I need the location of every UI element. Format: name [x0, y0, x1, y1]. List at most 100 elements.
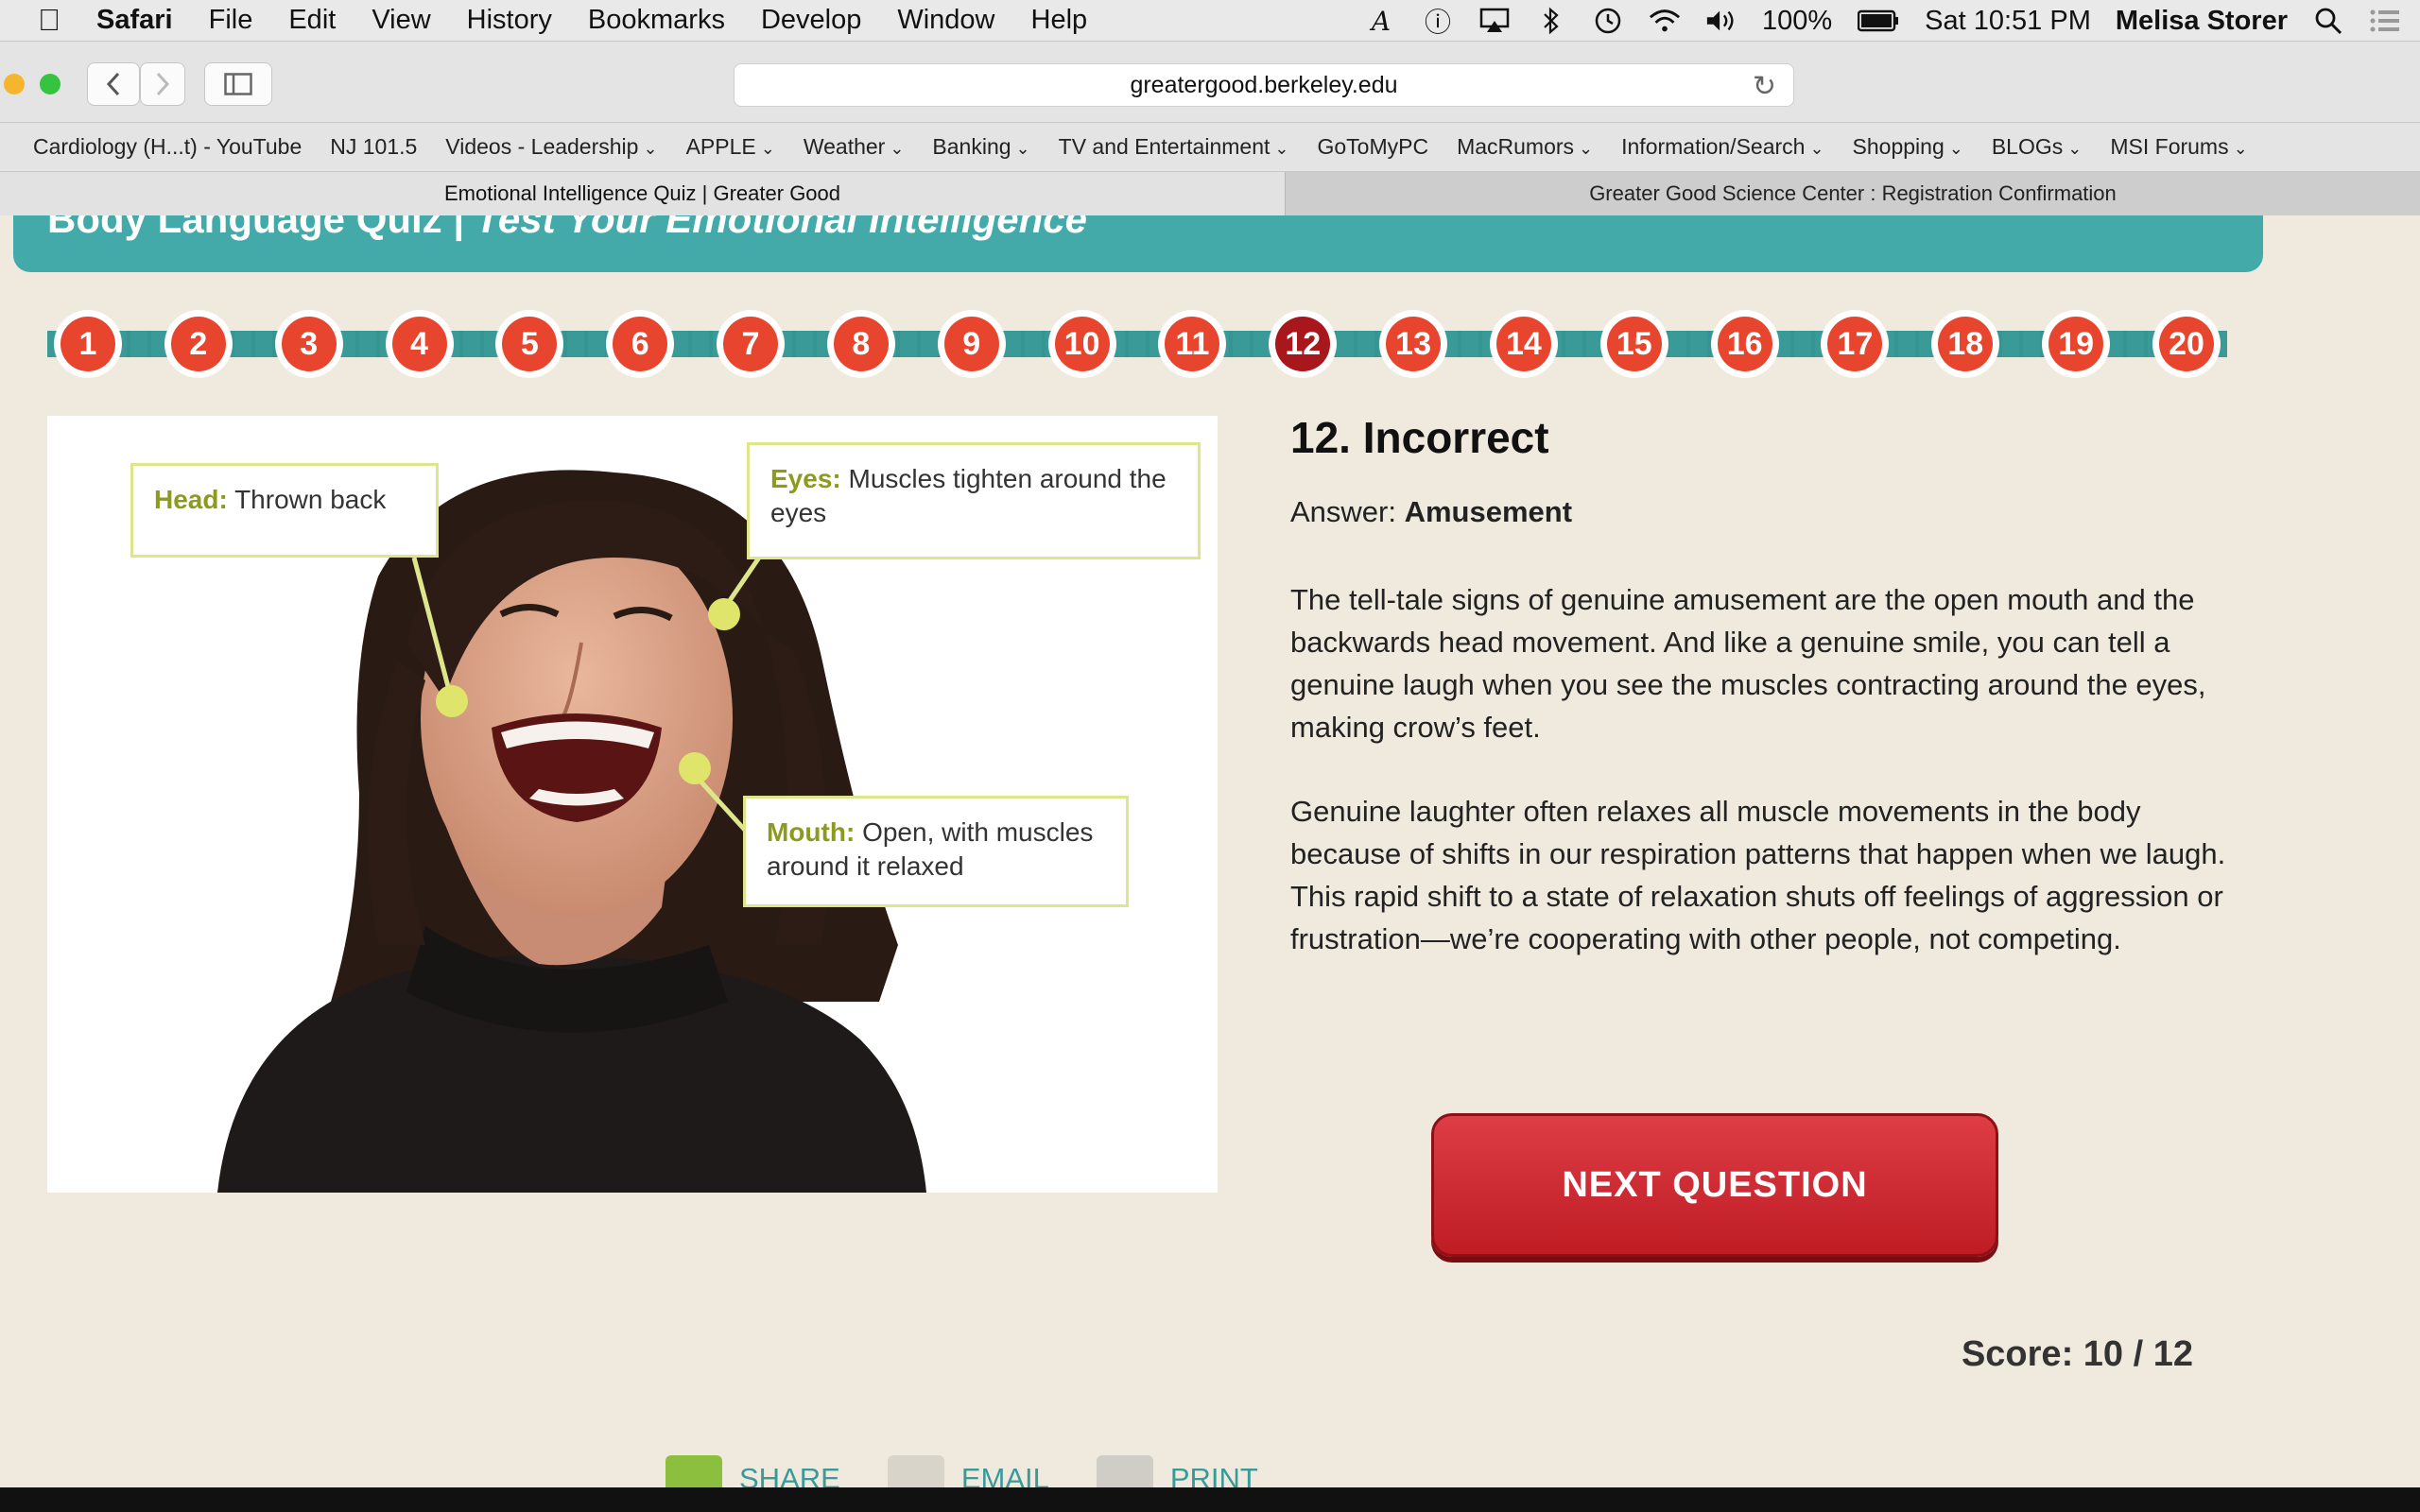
- eyes-callout-label: Eyes:: [770, 464, 841, 493]
- question-bubble[interactable]: 6: [606, 310, 675, 378]
- bookmark-label: Shopping: [1852, 134, 1945, 159]
- head-callout-text: Thrown back: [234, 485, 387, 514]
- forward-button[interactable]: [140, 62, 185, 106]
- bookmark-label: MSI Forums: [2110, 134, 2229, 159]
- bookmark-item[interactable]: TV and Entertainment ⌄: [1045, 134, 1304, 160]
- chevron-down-icon: ⌄: [1274, 139, 1289, 158]
- clock[interactable]: Sat 10:51 PM: [1925, 6, 2091, 37]
- question-number: 6: [613, 317, 668, 371]
- spotlight-search-icon[interactable]: [2312, 5, 2344, 37]
- bookmark-item[interactable]: Weather ⌄: [789, 134, 919, 160]
- apple-menu-icon[interactable]: : [21, 3, 78, 38]
- menu-edit[interactable]: Edit: [288, 5, 336, 36]
- question-bubble[interactable]: 2: [164, 310, 233, 378]
- question-bubble[interactable]: 16: [1710, 310, 1779, 378]
- score-display: Score: 10 / 12: [1961, 1334, 2193, 1374]
- bookmark-item[interactable]: GoToMyPC: [1303, 134, 1443, 160]
- window-zoom-button[interactable]: [40, 74, 60, 94]
- question-bubble[interactable]: 10: [1047, 310, 1116, 378]
- question-bubble[interactable]: 7: [717, 310, 786, 378]
- menu-view[interactable]: View: [372, 5, 430, 36]
- menu-develop[interactable]: Develop: [761, 5, 861, 36]
- bookmark-label: NJ 101.5: [330, 134, 418, 159]
- question-bubble[interactable]: 8: [826, 310, 895, 378]
- bookmark-item[interactable]: Videos - Leadership ⌄: [431, 134, 671, 160]
- next-question-button[interactable]: NEXT QUESTION: [1431, 1113, 1998, 1257]
- menu-help[interactable]: Help: [1031, 5, 1088, 36]
- bookmark-item[interactable]: Cardiology (H...t) - YouTube: [19, 134, 316, 160]
- question-bubble[interactable]: 17: [1821, 310, 1890, 378]
- user-name[interactable]: Melisa Storer: [2116, 6, 2288, 37]
- sidebar-toggle-button[interactable]: [204, 62, 272, 106]
- question-bubble[interactable]: 19: [2042, 310, 2111, 378]
- menu-bookmarks[interactable]: Bookmarks: [588, 5, 725, 36]
- font-icon[interactable]: A: [1365, 5, 1397, 37]
- quiz-title: Body Language Quiz | Test Your Emotional…: [47, 215, 1087, 242]
- question-bubble[interactable]: 14: [1489, 310, 1558, 378]
- question-navigator: 1 2 3 4 5 6 7 8 9 10 11 12 13 14 15 16 17 18 19 20: [47, 310, 2227, 378]
- bookmarks-bar: Cardiology (H...t) - YouTube NJ 101.5 Vide…: [0, 123, 2420, 172]
- question-bubble[interactable]: 20: [2152, 310, 2221, 378]
- window-minimize-button[interactable]: [4, 74, 25, 94]
- address-bar[interactable]: greatergood.berkeley.edu ↻: [734, 63, 1794, 107]
- time-machine-icon[interactable]: [1592, 5, 1624, 37]
- tab-emotional-intelligence-quiz[interactable]: Emotional Intelligence Quiz | Greater Go…: [0, 172, 1286, 215]
- question-bubble[interactable]: 4: [385, 310, 454, 378]
- bookmark-item[interactable]: APPLE ⌄: [672, 134, 789, 160]
- question-bubble[interactable]: 18: [1931, 310, 2000, 378]
- explanation-paragraph-2: Genuine laughter often relaxes all muscl…: [1290, 795, 2226, 955]
- menu-safari[interactable]: Safari: [96, 5, 173, 36]
- battery-icon[interactable]: [1857, 5, 1900, 37]
- question-bubble[interactable]: 12: [1269, 310, 1338, 378]
- window-bottom-edge: [0, 1487, 2420, 1512]
- bookmark-item[interactable]: BLOGs ⌄: [1978, 134, 2097, 160]
- question-bubble[interactable]: 9: [937, 310, 1006, 378]
- bluetooth-icon[interactable]: [1535, 5, 1567, 37]
- head-callout: Head: Thrown back: [130, 463, 439, 558]
- reload-icon[interactable]: ↻: [1753, 70, 1776, 103]
- question-number: 15: [1606, 317, 1662, 371]
- bookmark-label: TV and Entertainment: [1058, 134, 1270, 159]
- bookmark-label: Weather: [803, 134, 886, 159]
- bookmark-item[interactable]: NJ 101.5: [316, 134, 431, 160]
- question-number: 16: [1717, 317, 1772, 371]
- laughing-woman-photo: Head: Thrown back Eyes: Muscles tighten …: [47, 416, 1218, 1193]
- bookmark-item[interactable]: Shopping ⌄: [1839, 134, 1978, 160]
- bookmark-item[interactable]: MacRumors ⌄: [1443, 134, 1607, 160]
- answer-value: Amusement: [1404, 495, 1573, 528]
- bookmark-item[interactable]: Information/Search ⌄: [1607, 134, 1838, 160]
- tab-registration-confirmation[interactable]: Greater Good Science Center : Registrati…: [1286, 172, 2420, 215]
- bookmark-label: MacRumors: [1457, 134, 1575, 159]
- question-number: 19: [2048, 317, 2104, 371]
- chevron-down-icon: ⌄: [2067, 139, 2083, 158]
- tab-label: Greater Good Science Center : Registrati…: [1589, 181, 2117, 205]
- menu-history[interactable]: History: [467, 5, 552, 36]
- question-bubble[interactable]: 5: [495, 310, 564, 378]
- mouth-callout-label: Mouth:: [767, 817, 856, 847]
- question-bubble[interactable]: 3: [274, 310, 343, 378]
- chevron-down-icon: ⌄: [1579, 139, 1594, 158]
- chevron-down-icon: ⌄: [643, 139, 658, 158]
- menu-window[interactable]: Window: [897, 5, 994, 36]
- bookmark-item[interactable]: MSI Forums ⌄: [2096, 134, 2261, 160]
- info-icon[interactable]: ⓘ: [1422, 5, 1454, 37]
- head-callout-label: Head:: [154, 485, 228, 514]
- volume-icon[interactable]: [1705, 5, 1737, 37]
- status-area: A ⓘ 100% Sat 10:51 PM Melisa Storer: [1365, 0, 2401, 42]
- bookmark-label: GoToMyPC: [1317, 134, 1429, 159]
- back-button[interactable]: [87, 62, 140, 106]
- question-number: 1: [60, 317, 115, 371]
- notification-center-icon[interactable]: [2369, 5, 2401, 37]
- bookmark-item[interactable]: Banking ⌄: [918, 134, 1044, 160]
- question-bubble[interactable]: 1: [54, 310, 122, 378]
- menu-file[interactable]: File: [209, 5, 253, 36]
- wifi-icon[interactable]: [1649, 5, 1681, 37]
- head-marker: [436, 685, 468, 717]
- question-bubble[interactable]: 13: [1379, 310, 1448, 378]
- question-bubble[interactable]: 11: [1158, 310, 1227, 378]
- eyes-callout: Eyes: Muscles tighten around the eyes: [747, 442, 1201, 559]
- question-number: 5: [502, 317, 558, 371]
- airplay-icon[interactable]: [1478, 5, 1511, 37]
- question-bubble[interactable]: 15: [1599, 310, 1668, 378]
- question-number: 12: [1275, 317, 1331, 371]
